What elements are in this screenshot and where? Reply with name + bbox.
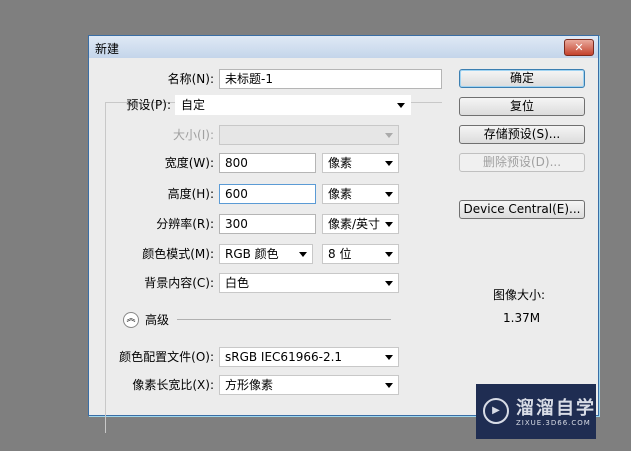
advanced-toggle[interactable]: 高级 xyxy=(145,311,169,328)
image-size-label: 图像大小: xyxy=(493,288,546,302)
chevron-down-icon xyxy=(385,355,393,360)
resolution-unit-select[interactable]: 像素/英寸 xyxy=(322,214,399,234)
delete-preset-button: 删除预设(D)... xyxy=(459,153,585,172)
background-label: 背景内容(C): xyxy=(144,276,214,290)
name-input[interactable]: 未标题-1 xyxy=(219,69,442,89)
save-preset-button[interactable]: 存储预设(S)... xyxy=(459,125,585,144)
preset-label: 预设(P): xyxy=(126,98,171,112)
dialog-title: 新建 xyxy=(95,42,120,56)
size-select xyxy=(219,125,399,145)
height-unit-select[interactable]: 像素 xyxy=(322,184,399,204)
height-label: 高度(H): xyxy=(167,187,214,201)
profile-value: sRGB IEC61966-2.1 xyxy=(225,350,343,364)
aspect-label: 像素长宽比(X): xyxy=(132,378,214,392)
height-unit: 像素 xyxy=(328,187,353,201)
chevron-down-icon xyxy=(385,281,393,286)
size-label: 大小(I): xyxy=(173,128,214,142)
aspect-value: 方形像素 xyxy=(225,378,274,392)
color-mode-label: 颜色模式(M): xyxy=(142,247,214,261)
profile-select[interactable]: sRGB IEC61966-2.1 xyxy=(219,347,399,367)
chevron-up-icon[interactable]: ︽ xyxy=(123,312,139,328)
bit-depth-value: 8 位 xyxy=(328,247,352,261)
watermark-name: 溜溜自学 xyxy=(516,398,596,419)
profile-label: 颜色配置文件(O): xyxy=(119,350,214,364)
watermark: ▶ 溜溜自学 ZIXUE.3D66.COM xyxy=(476,384,596,439)
divider xyxy=(177,319,391,320)
chevron-down-icon xyxy=(385,133,393,138)
width-unit-select[interactable]: 像素 xyxy=(322,153,399,173)
device-central-button[interactable]: Device Central(E)... xyxy=(459,200,585,219)
aspect-select[interactable]: 方形像素 xyxy=(219,375,399,395)
chevron-down-icon xyxy=(385,383,393,388)
preset-select[interactable]: 自定 xyxy=(175,95,411,115)
chevron-down-icon xyxy=(385,252,393,257)
height-input[interactable]: 600 xyxy=(219,184,316,204)
background-value: 白色 xyxy=(225,276,250,290)
width-label: 宽度(W): xyxy=(164,156,214,170)
name-label: 名称(N): xyxy=(167,72,214,86)
chevron-down-icon xyxy=(299,252,307,257)
preset-value: 自定 xyxy=(181,98,206,112)
watermark-url: ZIXUE.3D66.COM xyxy=(516,419,591,427)
color-mode-select[interactable]: RGB 颜色 xyxy=(219,244,313,264)
close-button[interactable]: ✕ xyxy=(564,39,594,56)
chevron-down-icon xyxy=(385,192,393,197)
color-mode-value: RGB 颜色 xyxy=(225,247,279,261)
background-select[interactable]: 白色 xyxy=(219,273,399,293)
reset-button[interactable]: 复位 xyxy=(459,97,585,116)
title-bar[interactable]: 新建 ✕ xyxy=(89,36,598,58)
image-size-value: 1.37M xyxy=(503,311,541,325)
ok-button[interactable]: 确定 xyxy=(459,69,585,88)
resolution-label: 分辨率(R): xyxy=(156,217,214,231)
new-document-dialog: 新建 ✕ 名称(N): 未标题-1 预设(P): 自定 大小(I): 宽度(W)… xyxy=(88,35,599,433)
chevron-down-icon xyxy=(397,103,405,108)
width-input[interactable]: 800 xyxy=(219,153,316,173)
chevron-down-icon xyxy=(385,161,393,166)
width-unit: 像素 xyxy=(328,156,353,170)
resolution-unit: 像素/英寸 xyxy=(328,217,381,231)
resolution-input[interactable]: 300 xyxy=(219,214,316,234)
play-logo-icon: ▶ xyxy=(483,398,509,424)
bit-depth-select[interactable]: 8 位 xyxy=(322,244,399,264)
chevron-down-icon xyxy=(385,222,393,227)
